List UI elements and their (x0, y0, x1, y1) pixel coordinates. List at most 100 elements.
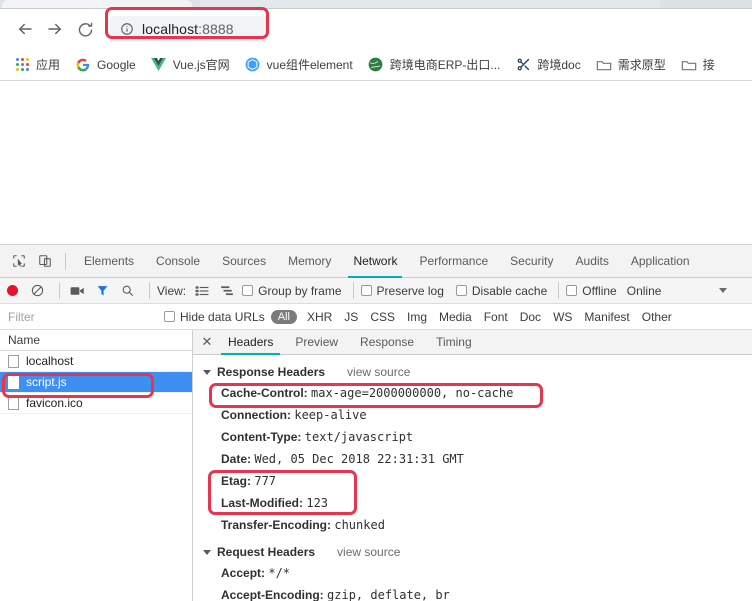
bookmark-erp[interactable]: 跨境电商ERP-出口... (362, 53, 507, 77)
checkbox-box (242, 285, 254, 296)
tab-audits[interactable]: Audits (565, 245, 620, 278)
header-name: Date: (221, 452, 252, 466)
throttling-select[interactable]: Online (627, 284, 662, 298)
reload-button[interactable] (70, 14, 100, 44)
header-value: Wed, 05 Dec 2018 22:31:31 GMT (254, 452, 464, 466)
response-headers-section-title[interactable]: Response Headers view source (193, 362, 752, 382)
clear-button[interactable] (27, 282, 47, 300)
table-row[interactable]: localhost (0, 351, 192, 372)
inspect-element-button[interactable] (6, 248, 32, 274)
request-name: favicon.ico (26, 396, 83, 410)
group-by-frame-checkbox[interactable]: Group by frame (242, 283, 342, 298)
scissors-icon (515, 57, 531, 73)
filter-type-all[interactable]: All (270, 309, 297, 324)
back-button[interactable] (10, 14, 40, 44)
header-name: Accept: (221, 566, 266, 580)
capture-screenshots-button[interactable] (67, 282, 87, 300)
bookmark-label: 需求原型 (617, 58, 666, 72)
tab-response[interactable]: Response (349, 330, 425, 355)
filter-type-img[interactable]: Img (401, 310, 433, 324)
bookmark-google[interactable]: Google (69, 53, 142, 77)
network-filter-bar: Filter Hide data URLs All XHR JS CSS Img… (0, 304, 752, 330)
view-source-link[interactable]: view source (337, 545, 400, 559)
filter-type-other[interactable]: Other (636, 310, 678, 324)
close-icon[interactable]: ✕ (197, 330, 217, 354)
globe-icon (368, 57, 384, 73)
bookmark-vuejs[interactable]: Vue.js官网 (145, 53, 236, 77)
filter-type-xhr[interactable]: XHR (301, 310, 338, 324)
address-bar-container[interactable]: localhost:8888 (110, 16, 268, 42)
filter-type-js[interactable]: JS (338, 310, 364, 324)
header-value: gzip, deflate, br (327, 588, 450, 601)
tab-headers[interactable]: Headers (217, 330, 284, 355)
filter-type-ws[interactable]: WS (547, 310, 578, 324)
hide-data-urls-checkbox[interactable]: Hide data URLs (164, 310, 265, 324)
request-headers-section-title[interactable]: Request Headers view source (193, 542, 752, 562)
browser-tab-strip[interactable] (0, 0, 752, 9)
filter-type-css[interactable]: CSS (364, 310, 401, 324)
divider (65, 252, 66, 270)
tab-timing[interactable]: Timing (425, 330, 483, 355)
view-label: View: (157, 283, 187, 298)
filter-input[interactable]: Filter (8, 310, 164, 324)
apps-grid-icon (14, 57, 30, 73)
bookmark-label: Vue.js官网 (172, 58, 230, 72)
device-toolbar-icon (39, 255, 51, 267)
tab-console[interactable]: Console (145, 245, 211, 278)
disable-cache-checkbox[interactable]: Disable cache (455, 284, 547, 298)
address-bar-text: localhost:8888 (142, 21, 234, 37)
toggle-device-toolbar-button[interactable] (32, 248, 58, 274)
bookmark-kuajing-doc[interactable]: 跨境doc (509, 53, 586, 77)
filter-type-media[interactable]: Media (433, 310, 478, 324)
waterfall-view-button[interactable] (217, 282, 237, 300)
tab-preview[interactable]: Preview (284, 330, 349, 355)
network-request-list: Name localhost script.js favicon.ico (0, 330, 193, 601)
tab-label: Security (510, 254, 554, 268)
section-label: Request Headers (217, 545, 316, 559)
bookmark-label: 跨境doc (537, 58, 581, 72)
browser-tab[interactable] (2, 0, 192, 8)
tab-memory[interactable]: Memory (277, 245, 342, 278)
record-button[interactable] (7, 285, 18, 296)
preserve-log-checkbox[interactable]: Preserve log (360, 284, 444, 298)
bookmark-element-ui[interactable]: vue组件element (239, 53, 359, 77)
info-circle-icon[interactable] (120, 22, 134, 36)
filter-type-manifest[interactable]: Manifest (578, 310, 635, 324)
bookmark-apps[interactable]: 应用 (8, 53, 66, 77)
view-source-link[interactable]: view source (347, 365, 410, 379)
table-row[interactable]: script.js (0, 372, 192, 393)
tab-sources[interactable]: Sources (211, 245, 277, 278)
tab-performance[interactable]: Performance (408, 245, 499, 278)
tab-elements[interactable]: Elements (73, 245, 145, 278)
script-icon (8, 375, 19, 389)
header-value: text/javascript (304, 430, 414, 444)
tab-label: Preview (295, 335, 339, 349)
bookmark-folder-prototype[interactable]: 需求原型 (590, 53, 672, 77)
table-row[interactable]: favicon.ico (0, 393, 192, 414)
bookmark-label: Google (97, 57, 136, 72)
search-button[interactable] (117, 282, 137, 300)
filter-type-font[interactable]: Font (478, 310, 514, 324)
filter-type-doc[interactable]: Doc (514, 310, 547, 324)
browser-tab-inactive[interactable] (200, 0, 660, 8)
header-name: Cache-Control: (221, 386, 308, 400)
tab-label: Response (360, 335, 415, 349)
address-bar[interactable]: localhost:8888 (110, 16, 268, 42)
folder-icon (681, 57, 697, 73)
column-header-name[interactable]: Name (0, 330, 192, 351)
tab-application[interactable]: Application (620, 245, 701, 278)
header-row: Last-Modified: 123 (193, 492, 752, 514)
chevron-down-icon[interactable] (719, 288, 727, 293)
devtools-body: Name localhost script.js favicon.ico ✕ H… (0, 330, 752, 601)
request-name: localhost (26, 354, 74, 368)
section-label: Response Headers (217, 365, 326, 379)
tab-security[interactable]: Security (499, 245, 564, 278)
checkbox-label: Group by frame (258, 283, 342, 298)
tab-label: Timing (436, 335, 472, 349)
list-view-button[interactable] (192, 282, 212, 300)
offline-checkbox[interactable]: Offline (566, 284, 617, 298)
bookmark-folder-api[interactable]: 接 (675, 53, 721, 77)
tab-network[interactable]: Network (342, 245, 408, 278)
filter-button[interactable] (92, 282, 112, 300)
forward-button[interactable] (40, 14, 70, 44)
